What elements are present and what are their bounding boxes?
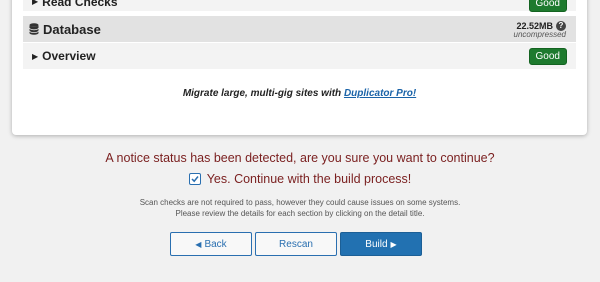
caret-right-icon: ▶: [32, 0, 39, 6]
status-badge: Good: [528, 48, 567, 65]
promo-label: Migrate large, multi-gig sites with: [182, 88, 344, 99]
help-text: Scan checks are not required to pass, ho…: [0, 197, 600, 219]
back-button[interactable]: ◀ Back: [170, 232, 252, 256]
read-checks-toggle[interactable]: ▶ Read Checks: [23, 0, 118, 9]
confirm-checkbox[interactable]: [188, 173, 201, 185]
overview-row[interactable]: ▶ Overview Good: [23, 43, 576, 69]
help-line-2: Please review the details for each secti…: [175, 209, 425, 218]
help-line-1: Scan checks are not required to pass, ho…: [139, 198, 461, 207]
confirm-build-row: Yes. Continue with the build process!: [0, 172, 600, 186]
scan-results-panel: ▶ Read Checks Good Database 22.52MB ? un…: [12, 0, 587, 135]
read-checks-label: Read Checks: [42, 0, 118, 9]
back-label: Back: [204, 238, 227, 250]
checkmark-icon: [191, 176, 199, 183]
build-label: Build: [365, 238, 388, 250]
duplicator-pro-link[interactable]: Duplicator Pro!: [344, 88, 416, 99]
database-title: Database: [23, 22, 101, 37]
caret-right-icon: ▶: [32, 51, 39, 61]
overview-label: Overview: [42, 49, 96, 63]
database-size: 22.52MB ? uncompressed: [514, 21, 566, 39]
database-size-note: uncompressed: [513, 30, 566, 39]
rescan-button[interactable]: Rescan: [255, 232, 337, 256]
notice-message: A notice status has been detected, are y…: [105, 151, 495, 165]
promo-text: Migrate large, multi-gig sites with Dupl…: [12, 88, 587, 99]
database-icon: [29, 23, 39, 35]
database-section-header: Database 22.52MB ? uncompressed: [23, 16, 576, 42]
caret-right-icon: ▶: [390, 239, 397, 249]
rescan-label: Rescan: [279, 238, 313, 250]
database-label: Database: [43, 21, 101, 37]
read-checks-row[interactable]: ▶ Read Checks Good: [23, 0, 576, 12]
status-badge: Good: [528, 0, 567, 12]
overview-toggle[interactable]: ▶ Overview: [23, 49, 96, 63]
build-button[interactable]: Build ▶: [340, 232, 422, 256]
caret-left-icon: ◀: [195, 239, 202, 249]
confirm-label[interactable]: Yes. Continue with the build process!: [207, 172, 412, 186]
